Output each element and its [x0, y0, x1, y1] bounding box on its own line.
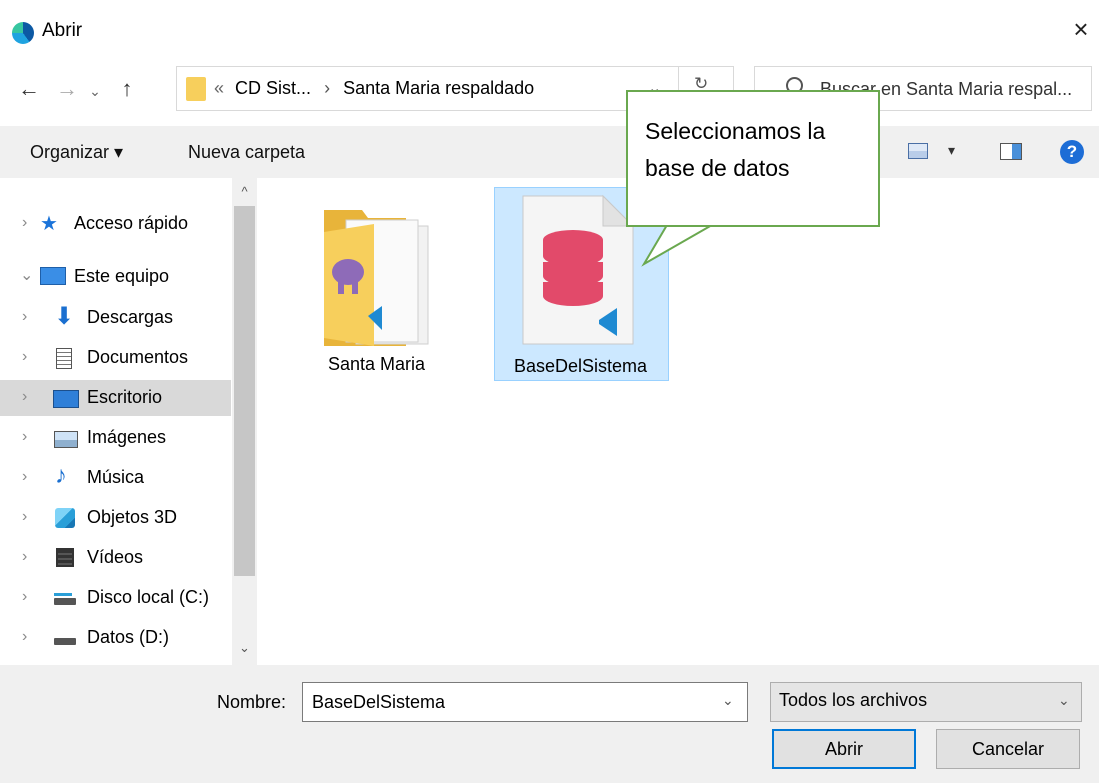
desktop-icon: [53, 390, 79, 408]
expand-chevron-icon[interactable]: ›: [22, 468, 27, 486]
sidebar-item-label: Disco local (C:): [87, 587, 210, 607]
sidebar-item-label: Imágenes: [87, 427, 167, 447]
breadcrumb-overflow[interactable]: «: [214, 78, 224, 98]
organize-button[interactable]: Organizar ▾: [30, 142, 123, 163]
drive-d-icon: [54, 638, 76, 645]
sidebar-item-label: Datos (D:): [87, 627, 170, 647]
sidebar-item-label: Acceso rápido: [74, 213, 189, 233]
preview-pane-icon[interactable]: [1000, 143, 1022, 160]
pictures-icon: [54, 431, 78, 448]
sidebar-item-label: Escritorio: [87, 387, 163, 407]
document-icon: [56, 348, 72, 369]
sidebar-item-pictures[interactable]: › Imágenes: [0, 420, 231, 456]
scroll-up-arrow-icon[interactable]: ^: [232, 184, 257, 199]
sidebar-item-label: Música: [87, 467, 145, 487]
sidebar-item-label: Vídeos: [87, 547, 144, 567]
command-bar: [0, 126, 1099, 178]
expand-chevron-icon[interactable]: ›: [22, 388, 27, 406]
expand-chevron-icon[interactable]: ›: [22, 548, 27, 566]
sidebar-item-music[interactable]: › ♪ Música: [0, 460, 231, 496]
file-item-santa-maria[interactable]: Santa Maria: [316, 196, 440, 376]
file-type-chevron-icon[interactable]: ⌄: [1058, 692, 1070, 709]
scroll-down-arrow-icon[interactable]: ⌄: [232, 640, 257, 656]
collapse-chevron-icon[interactable]: ⌄: [20, 265, 33, 285]
change-view-icon[interactable]: [908, 143, 928, 159]
expand-chevron-icon[interactable]: ›: [22, 508, 27, 526]
expand-chevron-icon[interactable]: ›: [22, 214, 27, 232]
sidebar-item-label: Descargas: [87, 307, 174, 327]
breadcrumb-separator-icon[interactable]: ›: [324, 78, 330, 98]
file-name: BaseDelSistema: [514, 356, 648, 376]
sidebar-item-desktop[interactable]: › Escritorio: [0, 380, 231, 416]
forward-arrow-icon[interactable]: →: [52, 72, 82, 106]
file-name: Santa Maria: [328, 354, 426, 374]
sidebar-scroll-thumb[interactable]: [234, 206, 255, 576]
expand-chevron-icon[interactable]: ›: [22, 308, 27, 326]
cube-icon: [55, 508, 75, 528]
back-arrow-icon[interactable]: ←: [14, 72, 44, 106]
sidebar-item-local-disk-c[interactable]: › Disco local (C:): [0, 580, 231, 616]
callout-line-2: base de datos: [645, 155, 790, 181]
sidebar-item-label: Objetos 3D: [87, 507, 178, 527]
view-options-caret-icon[interactable]: ▾: [948, 142, 955, 159]
callout-text: Seleccionamos la base de datos: [645, 113, 870, 187]
star-icon: ★: [40, 213, 58, 235]
up-arrow-icon[interactable]: ↑: [112, 72, 142, 106]
video-icon: [56, 548, 74, 567]
window-title: Abrir: [42, 20, 83, 41]
recent-locations-chevron-icon[interactable]: ⌄: [84, 74, 106, 108]
new-folder-button[interactable]: Nueva carpeta: [188, 142, 305, 163]
drive-c-icon: [54, 598, 76, 605]
edge-app-icon: [12, 22, 34, 44]
music-icon: ♪: [55, 462, 67, 489]
cancel-button[interactable]: Cancelar: [936, 729, 1080, 769]
close-icon[interactable]: ×: [1066, 14, 1096, 44]
sidebar-item-3d-objects[interactable]: › Objetos 3D: [0, 500, 231, 536]
database-icon: [543, 230, 603, 306]
sidebar-item-downloads[interactable]: › ⬇ Descargas: [0, 300, 231, 336]
sidebar-item-label: Documentos: [87, 347, 189, 367]
download-icon: ⬇: [54, 303, 75, 330]
breadcrumb-item-parent[interactable]: CD Sist...: [235, 78, 311, 98]
expand-chevron-icon[interactable]: ›: [22, 348, 27, 366]
sidebar-item-data-d[interactable]: › Datos (D:): [0, 620, 231, 656]
file-type-value[interactable]: Todos los archivos: [779, 690, 927, 711]
computer-icon: [40, 267, 66, 285]
expand-chevron-icon[interactable]: ›: [22, 588, 27, 606]
help-icon[interactable]: ?: [1060, 140, 1084, 164]
sidebar-item-videos[interactable]: › Vídeos: [0, 540, 231, 576]
sidebar-item-quick-access[interactable]: › ★ Acceso rápido: [0, 206, 231, 242]
breadcrumb: « CD Sist... › Santa Maria respaldado: [214, 78, 534, 99]
expand-chevron-icon[interactable]: ›: [22, 428, 27, 446]
callout-line-1: Seleccionamos la: [645, 118, 826, 144]
sidebar-item-documents[interactable]: › Documentos: [0, 340, 231, 376]
folder-icon: [324, 210, 429, 346]
open-button[interactable]: Abrir: [772, 729, 916, 769]
file-name-value[interactable]: BaseDelSistema: [312, 692, 445, 713]
folder-icon: [186, 77, 206, 101]
file-name-dropdown-chevron-icon[interactable]: ⌄: [722, 692, 734, 709]
file-name-label: Nombre:: [217, 692, 287, 712]
sidebar-item-label: Este equipo: [74, 266, 170, 286]
title-bar: [0, 0, 1099, 62]
sidebar-item-this-pc[interactable]: ⌄ Este equipo: [0, 259, 231, 295]
breadcrumb-item-current[interactable]: Santa Maria respaldado: [343, 78, 534, 98]
expand-chevron-icon[interactable]: ›: [22, 628, 27, 646]
